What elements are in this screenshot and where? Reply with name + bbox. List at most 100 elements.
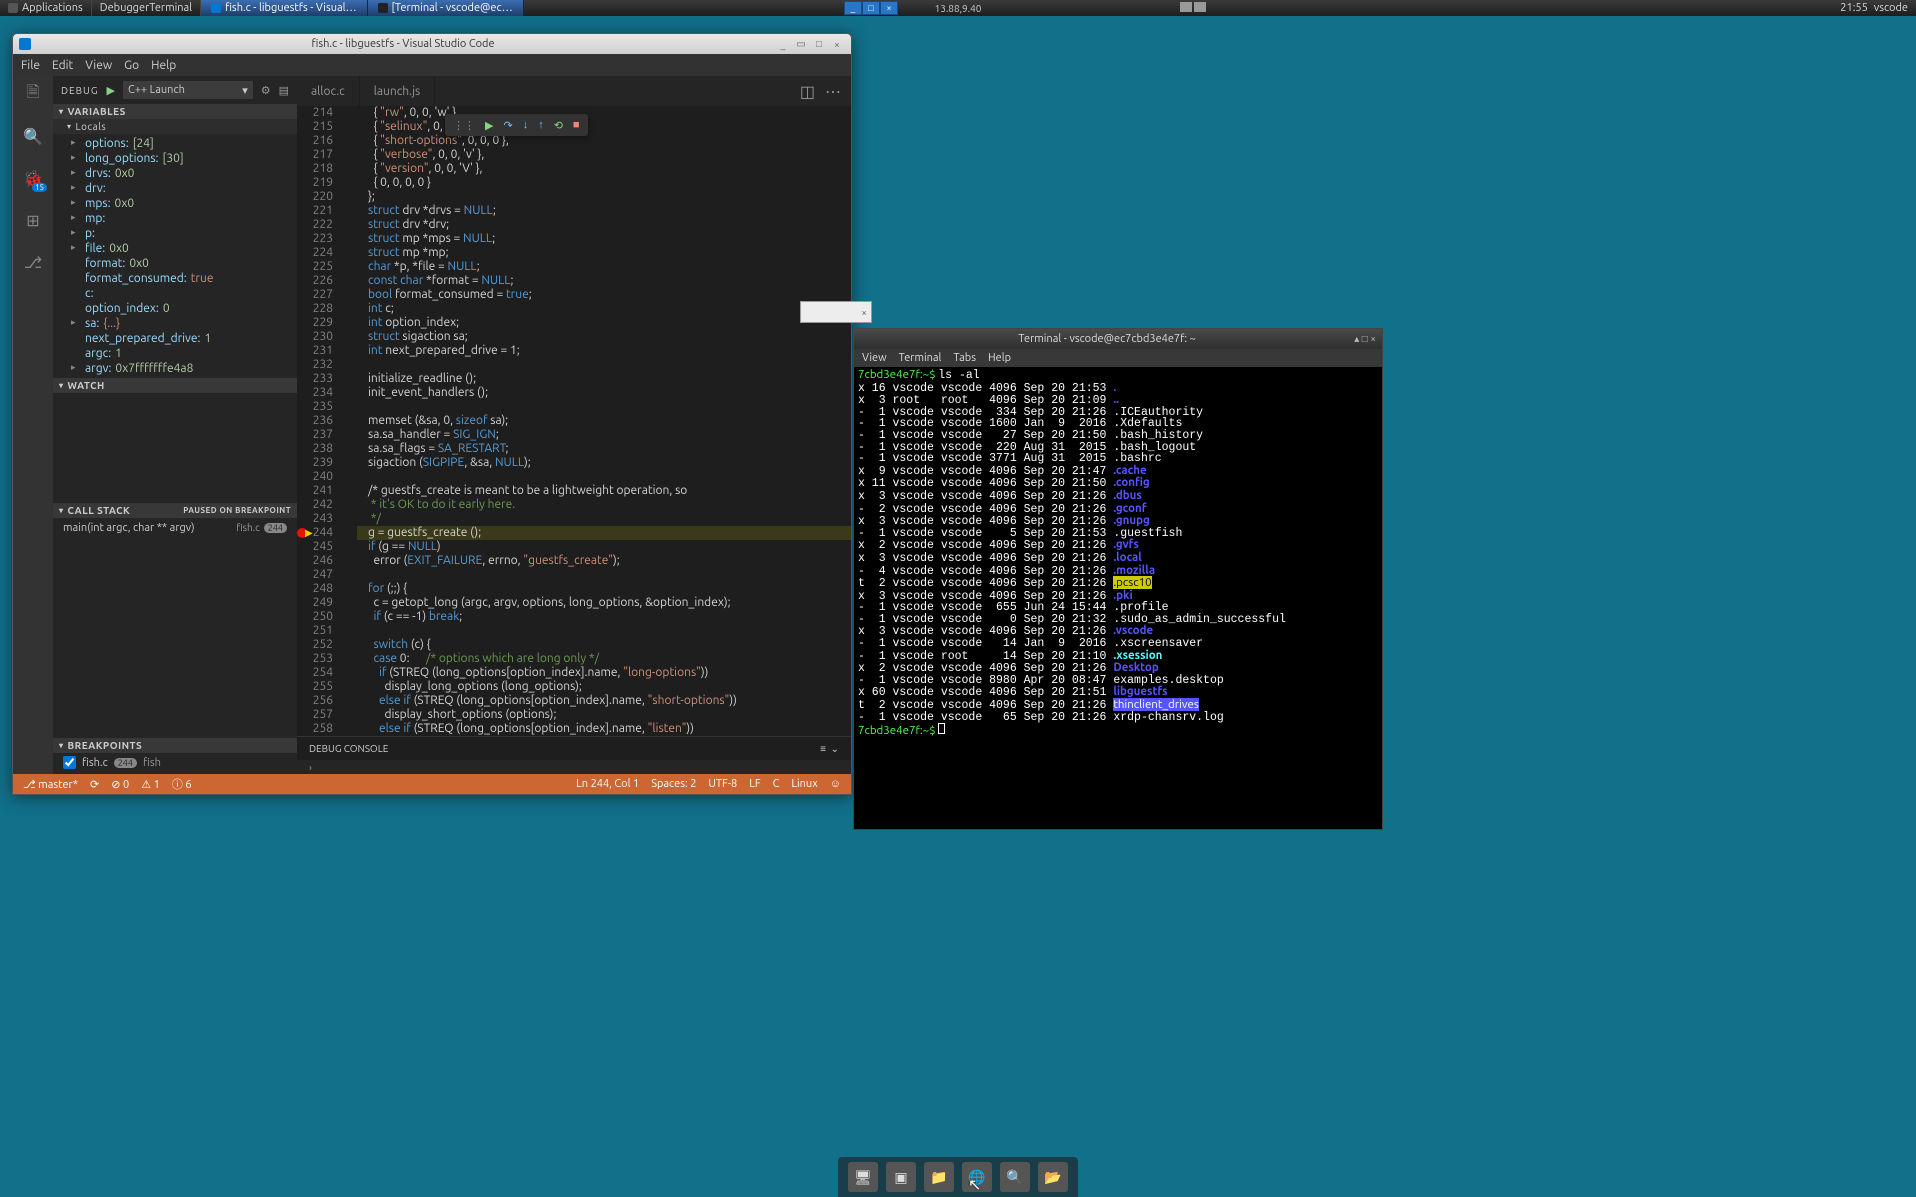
vscode-restore-icon[interactable]: ▭ xyxy=(793,37,809,51)
warnings-count[interactable]: ⚠ 1 xyxy=(141,778,160,791)
window-minimize-icon[interactable]: _ xyxy=(844,1,862,15)
os: Linux xyxy=(791,778,817,790)
variable-row[interactable]: ▸mp: xyxy=(71,211,297,226)
step-over-icon[interactable]: ↷ xyxy=(503,119,512,132)
background-terminal-close[interactable]: × xyxy=(800,301,872,323)
top-taskbar: Applications DebuggerTerminal fish.c - l… xyxy=(0,0,1916,16)
debug-icon[interactable]: 🐞15 xyxy=(21,166,45,190)
errors-count[interactable]: ⊘ 0 xyxy=(111,778,129,791)
code-editor[interactable]: 2142152162172182192202212222232242252262… xyxy=(297,106,851,736)
menu-go[interactable]: Go xyxy=(124,59,139,72)
vscode-close-icon[interactable]: × xyxy=(829,37,845,51)
menu-edit[interactable]: Edit xyxy=(52,59,73,72)
close-icon[interactable]: × xyxy=(861,307,867,318)
vscode-titlebar: fish.c - libguestfs - Visual Studio Code… xyxy=(13,34,851,54)
variable-row[interactable]: option_index: 0 xyxy=(71,301,297,316)
variable-row[interactable]: argc: 1 xyxy=(71,346,297,361)
variable-row[interactable]: ▸sa: {...} xyxy=(71,316,297,331)
info-count[interactable]: ⓘ 6 xyxy=(172,776,192,792)
menu-view[interactable]: View xyxy=(85,59,112,72)
indentation[interactable]: Spaces: 2 xyxy=(651,778,696,790)
variable-row[interactable]: ▸argv: 0x7fffffffe4a8 xyxy=(71,361,297,376)
window-maximize-icon[interactable]: □ xyxy=(862,1,880,15)
variable-row[interactable]: next_prepared_drive: 1 xyxy=(71,331,297,346)
encoding[interactable]: UTF-8 xyxy=(708,778,737,790)
git-icon[interactable]: ⎇ xyxy=(21,250,45,274)
extensions-icon[interactable]: ⊞ xyxy=(21,208,45,232)
term-menu-tabs[interactable]: Tabs xyxy=(953,352,976,364)
workspace-switcher[interactable] xyxy=(1180,2,1206,12)
sync-icon[interactable]: ⟳ xyxy=(90,778,99,791)
editor-tab[interactable]: launch.js xyxy=(360,76,436,106)
frame-line: 244 xyxy=(264,523,287,533)
menu-help[interactable]: Help xyxy=(151,59,176,72)
debug-console-icon[interactable]: ▤ xyxy=(279,84,289,97)
variable-row[interactable]: c: xyxy=(71,286,297,301)
term-menu-terminal[interactable]: Terminal xyxy=(899,352,942,364)
drag-handle-icon[interactable]: ⋮⋮ xyxy=(453,119,475,132)
editor-tab[interactable]: alloc.c xyxy=(297,76,360,106)
callstack-section[interactable]: ▾CALL STACKPAUSED ON BREAKPOINT xyxy=(53,503,297,518)
gear-icon[interactable]: ⚙ xyxy=(261,84,271,97)
terminal-window: Terminal - vscode@ec7cbd3e4e7f: ~ ▴ □ × … xyxy=(853,328,1383,830)
variables-section[interactable]: ▾VARIABLES xyxy=(53,104,297,119)
variable-row[interactable]: ▸mps: 0x0 xyxy=(71,196,297,211)
split-editor-icon[interactable]: ◫ xyxy=(800,82,815,101)
vscode-window: fish.c - libguestfs - Visual Studio Code… xyxy=(12,33,852,795)
step-out-icon[interactable]: ↑ xyxy=(538,119,544,131)
breadcrumb[interactable]: › xyxy=(297,760,851,774)
stack-frame[interactable]: main(int argc, char ** argv) fish.c244 xyxy=(53,518,297,538)
stop-icon[interactable]: ■ xyxy=(573,119,580,131)
dock-desktop-icon[interactable]: 🖥 xyxy=(848,1162,878,1192)
term-menu-view[interactable]: View xyxy=(862,352,887,364)
feedback-icon[interactable]: ☺ xyxy=(830,778,841,790)
cursor-position[interactable]: Ln 244, Col 1 xyxy=(576,778,639,790)
variable-row[interactable]: ▸drv: xyxy=(71,181,297,196)
breakpoints-section[interactable]: ▾BREAKPOINTS xyxy=(53,738,297,753)
window-close-icon[interactable]: × xyxy=(880,1,898,15)
variable-row[interactable]: format_consumed: true xyxy=(71,271,297,286)
vscode-minimize-icon[interactable]: _ xyxy=(775,37,791,51)
variable-row[interactable]: ▸p: xyxy=(71,226,297,241)
debug-badge: 15 xyxy=(32,183,47,192)
restart-icon[interactable]: ⟲ xyxy=(554,119,563,132)
breakpoint-checkbox[interactable] xyxy=(63,756,76,769)
terminal-output[interactable]: 7cbd3e4e7f:~$ ls -al x 16 vscode vscode … xyxy=(854,367,1382,829)
terminal-maximize-icon[interactable]: □ xyxy=(1362,333,1368,344)
locals-section[interactable]: ▾Locals xyxy=(53,119,297,134)
dock-terminal-icon[interactable]: ▣ xyxy=(886,1162,916,1192)
explorer-icon[interactable]: 🗎 xyxy=(21,82,45,106)
vscode-maximize-icon[interactable]: □ xyxy=(811,37,827,51)
dock-folder-icon[interactable]: 📂 xyxy=(1038,1162,1068,1192)
menu-file[interactable]: File xyxy=(21,59,40,72)
taskbar-task-terminal[interactable]: [Terminal - vscode@ec… xyxy=(368,0,524,16)
start-debug-icon[interactable]: ▶ xyxy=(106,84,114,97)
terminal-minimize-icon[interactable]: ▴ xyxy=(1354,333,1359,344)
search-icon[interactable]: 🔍 xyxy=(21,124,45,148)
watch-section[interactable]: ▾WATCH xyxy=(53,378,297,393)
continue-icon[interactable]: ▶ xyxy=(485,119,493,132)
variable-row[interactable]: ▸options: [24] xyxy=(71,136,297,151)
debugger-terminal-launcher[interactable]: DebuggerTerminal xyxy=(92,0,201,16)
filter-icon[interactable]: ≡ xyxy=(820,743,826,754)
chevron-down-icon[interactable]: ⌄ xyxy=(831,743,839,754)
taskbar-task-vscode[interactable]: fish.c - libguestfs - Visual… xyxy=(201,0,367,16)
applications-menu[interactable]: Applications xyxy=(0,0,92,16)
git-branch[interactable]: ⎇ master* xyxy=(23,778,78,791)
variable-row[interactable]: format: 0x0 xyxy=(71,256,297,271)
language-mode[interactable]: C xyxy=(773,778,780,790)
terminal-close-icon[interactable]: × xyxy=(1370,333,1376,344)
dock-search-icon[interactable]: 🔍 xyxy=(1000,1162,1030,1192)
more-icon[interactable]: ⋯ xyxy=(825,82,841,101)
variable-row[interactable]: ▸file: 0x0 xyxy=(71,241,297,256)
variable-row[interactable]: ▸long_options: [30] xyxy=(71,151,297,166)
step-into-icon[interactable]: ↓ xyxy=(523,119,529,131)
term-menu-help[interactable]: Help xyxy=(988,352,1011,364)
breakpoint-item[interactable]: fish.c 244 fish xyxy=(53,753,297,772)
variable-row[interactable]: ▸drvs: 0x0 xyxy=(71,166,297,181)
debug-console-header[interactable]: DEBUG CONSOLE ≡ ⌄ xyxy=(297,736,851,760)
dock-files-icon[interactable]: 📁 xyxy=(924,1162,954,1192)
eol[interactable]: LF xyxy=(749,778,760,790)
editor-area: alloc.claunch.js ◫ ⋯ 2142152162172182192… xyxy=(297,76,851,774)
launch-config-dropdown[interactable]: C++ Launch▾ xyxy=(123,81,253,99)
